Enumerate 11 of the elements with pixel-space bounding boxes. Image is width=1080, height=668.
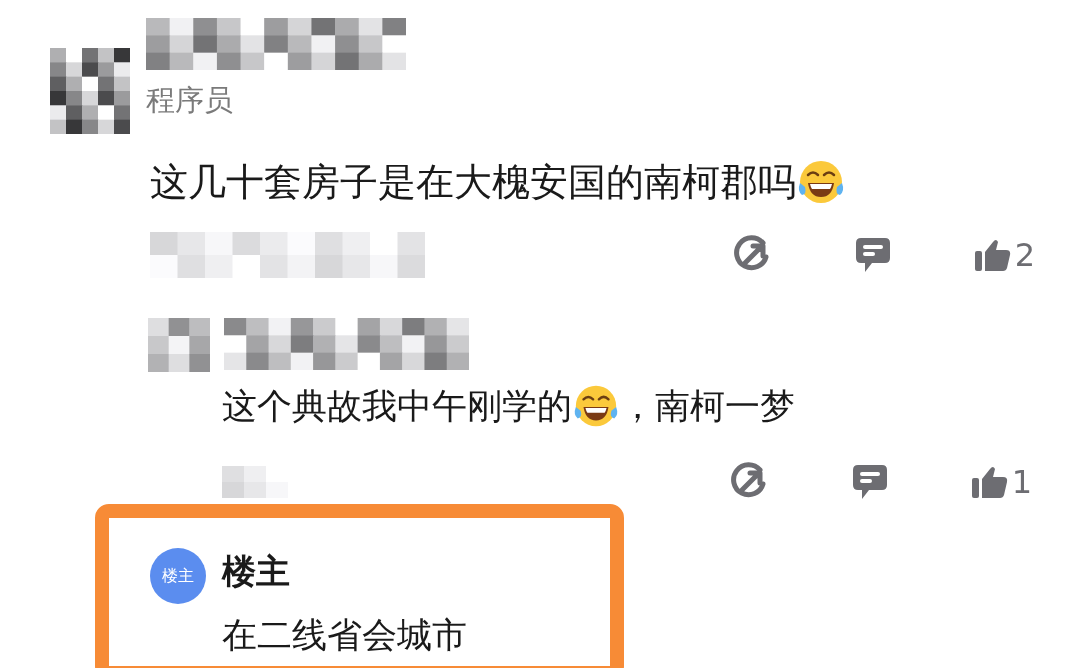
like-count: 1 [1011,463,1032,501]
like-count: 2 [1014,236,1035,274]
author-badge: 楼主 [150,548,206,604]
pixelated-avatar [148,318,210,372]
comment-text: 这个典故我中午刚学的 [222,385,572,428]
pixelated-timestamp [222,466,288,498]
comment-text: 这几十套房子是在大槐安国的南柯郡吗 [150,159,796,206]
author-name: 楼主 [222,550,290,593]
comment-text: 在二线省会城市 [222,614,468,657]
comment-text: ，南柯一梦 [620,385,795,428]
author-title: 程序员 [146,82,234,118]
